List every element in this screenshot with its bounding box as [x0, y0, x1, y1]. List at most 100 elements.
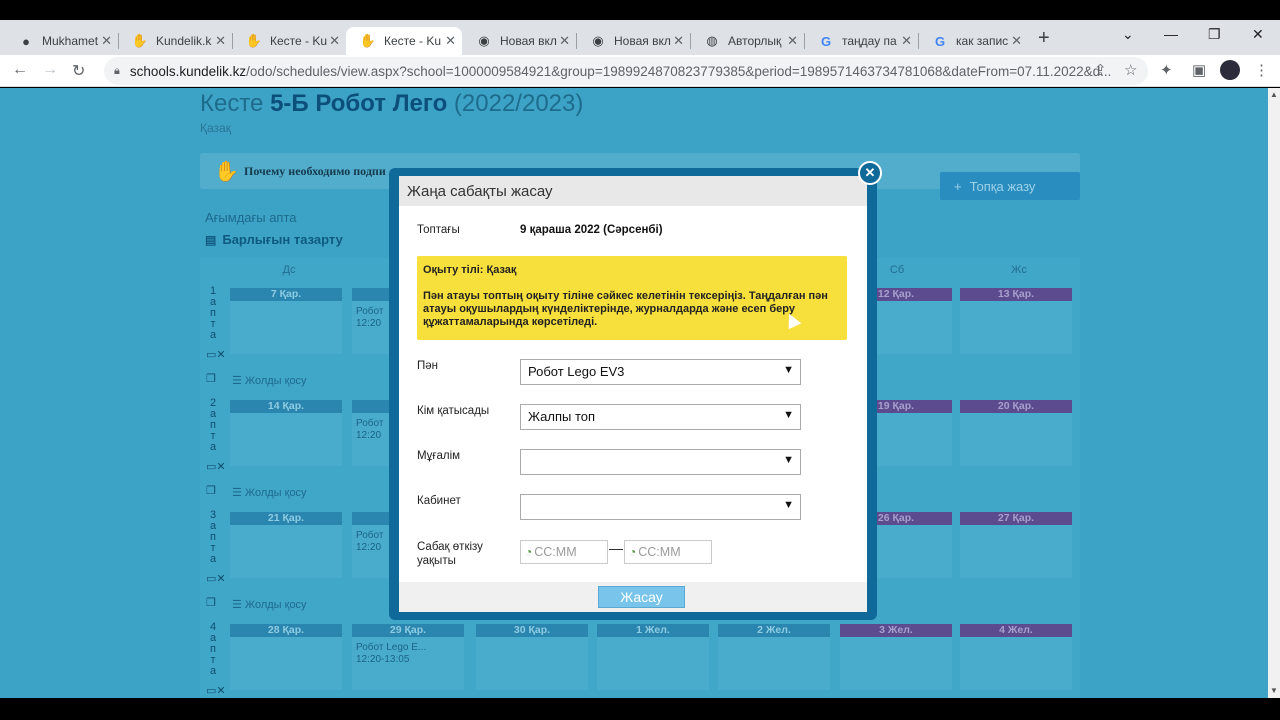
bookmark-star-icon[interactable]: ☆ [1124, 61, 1137, 79]
participants-label: Кім қатысады [417, 405, 490, 417]
close-window-icon[interactable]: ✕ [1252, 26, 1264, 43]
close-icon[interactable]: ✕ [1011, 33, 1022, 49]
forward-icon[interactable]: → [42, 61, 58, 79]
schedule-cell[interactable]: 30 Қар. [476, 624, 588, 690]
cell-date: 28 Қар. [230, 624, 342, 637]
lesson-entry[interactable]: Робот 12:20 [356, 306, 383, 330]
page-subtitle: Қазақ [200, 121, 231, 135]
schedule-cell[interactable]: 20 Қар. [960, 400, 1072, 466]
tab-1[interactable]: ● Mukhamet ✕ [4, 27, 119, 55]
restore-icon[interactable]: ❐ [1208, 26, 1221, 43]
page-scrollbar[interactable]: ▲ ▼ [1268, 88, 1280, 698]
tab-4-active[interactable]: ✋ Кесте - Ku ✕ [346, 27, 462, 55]
close-icon[interactable]: ✕ [858, 161, 882, 185]
clear-week-icon[interactable]: ▭✕ [206, 684, 226, 697]
scroll-up-icon[interactable]: ▲ [1270, 90, 1278, 99]
close-icon[interactable]: ✕ [559, 33, 570, 49]
tab-label: Новая вкл [614, 34, 671, 48]
tab-5[interactable]: ◉ Новая вкл ✕ [462, 27, 577, 55]
week-number: 4апта [209, 621, 217, 677]
schedule-cell[interactable]: 13 Қар. [960, 288, 1072, 354]
reload-icon[interactable]: ↻ [72, 61, 85, 81]
calendar-clear-icon: ▤ [205, 233, 217, 247]
schedule-cell[interactable]: Робот 12:20 [352, 400, 392, 466]
close-icon[interactable]: ✕ [787, 33, 798, 49]
tab-3[interactable]: ✋ Кесте - Ku ✕ [232, 27, 346, 55]
schedule-cell[interactable]: Робот 12:20 [352, 512, 392, 578]
schedule-cell[interactable]: 29 Қар. Робот Lego E... 12:20-13:05 [352, 624, 464, 690]
side-panel-icon[interactable]: ▣ [1192, 61, 1206, 79]
schedule-cell[interactable]: 4 Жел. [960, 624, 1072, 690]
room-select[interactable]: ▼ [520, 494, 801, 520]
participants-select[interactable]: Жалпы топ ▼ [520, 404, 801, 430]
copy-week-icon[interactable]: ❐ [206, 372, 216, 385]
tab-9[interactable]: G как запис ✕ [918, 27, 1028, 55]
tab-label: Kundelik.k [156, 34, 212, 48]
avatar[interactable] [1220, 60, 1240, 80]
clear-week-icon[interactable]: ▭✕ [206, 572, 226, 585]
close-icon[interactable]: ✕ [445, 33, 456, 49]
current-week-link[interactable]: Ағымдағы апта [205, 210, 297, 225]
clear-week-icon[interactable]: ▭✕ [206, 460, 226, 473]
extensions-icon[interactable]: ✦ [1160, 61, 1173, 79]
lesson-entry[interactable]: Робот 12:20 [356, 418, 383, 442]
back-icon[interactable]: ← [12, 61, 28, 79]
add-to-group-button[interactable]: + Топқа жазу [940, 172, 1080, 200]
schedule-cell[interactable]: Робот 12:20 [352, 288, 392, 354]
tab-8[interactable]: G таңдау па ✕ [804, 27, 919, 55]
close-icon[interactable]: ✕ [901, 33, 912, 49]
close-icon[interactable]: ✕ [101, 33, 112, 49]
add-row-link[interactable]: ☰ Жолды қосу [232, 374, 307, 387]
schedule-cell[interactable]: 3 Жел. [840, 624, 952, 690]
add-row-link[interactable]: ☰ Жолды қосу [232, 486, 307, 499]
minimize-icon[interactable]: — [1164, 26, 1178, 42]
copy-week-icon[interactable]: ❐ [206, 484, 216, 497]
end-time-input[interactable]: ◔ СС:ММ [624, 540, 712, 564]
time-range-dash: — [609, 540, 623, 556]
cell-date: 13 Қар. [960, 288, 1072, 301]
participants-value: Жалпы топ [528, 409, 596, 424]
cell-date: 27 Қар. [960, 512, 1072, 525]
tab-6[interactable]: ◉ Новая вкл ✕ [576, 27, 691, 55]
close-icon[interactable]: ✕ [215, 33, 226, 49]
close-icon[interactable]: ✕ [329, 33, 340, 49]
menu-icon[interactable]: ⋮ [1254, 61, 1269, 79]
schedule-cell[interactable]: 2 Жел. [718, 624, 830, 690]
schedule-cell[interactable]: 21 Қар. [230, 512, 342, 578]
share-icon[interactable]: ⇪ [1094, 61, 1107, 79]
tab-search-icon[interactable]: ⌄ [1122, 26, 1134, 43]
cell-date: 1 Жел. [597, 624, 709, 637]
subject-select[interactable]: Робот Lego EV3 ▼ [520, 359, 801, 385]
url-bar[interactable]: 🔒︎ schools.kundelik.kz/odo/schedules/vie… [104, 57, 1148, 85]
close-icon[interactable]: ✕ [673, 33, 684, 49]
warning-language: Оқыту тілі: Қазақ [423, 264, 517, 276]
tab-2[interactable]: ✋ Kundelik.k ✕ [118, 27, 233, 55]
schedule-cell[interactable]: 7 Қар. [230, 288, 342, 354]
scroll-down-icon[interactable]: ▼ [1270, 686, 1278, 695]
clear-all-link[interactable]: ▤ Барлығын тазарту [205, 232, 343, 247]
tab-label: Новая вкл [500, 34, 557, 48]
add-row-link[interactable]: ☰ Жолды қосу [232, 598, 307, 611]
tab-label: Авторлық [728, 34, 782, 48]
create-button[interactable]: Жасау [598, 586, 685, 608]
browser-tab-strip: ● Mukhamet ✕ ✋ Kundelik.k ✕ ✋ Кесте - Ku… [0, 20, 1280, 55]
lesson-entry[interactable]: Робот Lego E... 12:20-13:05 [356, 642, 426, 666]
lock-icon[interactable]: 🔒︎ [114, 65, 120, 78]
schedule-cell[interactable]: 14 Қар. [230, 400, 342, 466]
subject-value: Робот Lego EV3 [528, 364, 625, 379]
lesson-entry[interactable]: Робот 12:20 [356, 530, 383, 554]
cell-date: 30 Қар. [476, 624, 588, 637]
teacher-select[interactable]: ▼ [520, 449, 801, 475]
schedule-cell[interactable]: 27 Қар. [960, 512, 1072, 578]
new-tab-icon[interactable]: + [1038, 27, 1050, 50]
schedule-cell[interactable]: 28 Қар. [230, 624, 342, 690]
kundelik-logo-icon: ✋ [214, 161, 239, 183]
copy-week-icon[interactable]: ❐ [206, 596, 216, 609]
start-time-input[interactable]: ◔ СС:ММ [520, 540, 608, 564]
notice-text: Почему необходимо подпи [244, 164, 386, 178]
date-value: 9 қараша 2022 (Сәрсенбі) [520, 224, 663, 236]
schedule-cell[interactable]: 1 Жел. [597, 624, 709, 690]
clear-week-icon[interactable]: ▭✕ [206, 348, 226, 361]
tab-7[interactable]: ◍ Авторлық ✕ [690, 27, 805, 55]
url-path: /odo/schedules/view.aspx?school=10000095… [246, 63, 1112, 79]
